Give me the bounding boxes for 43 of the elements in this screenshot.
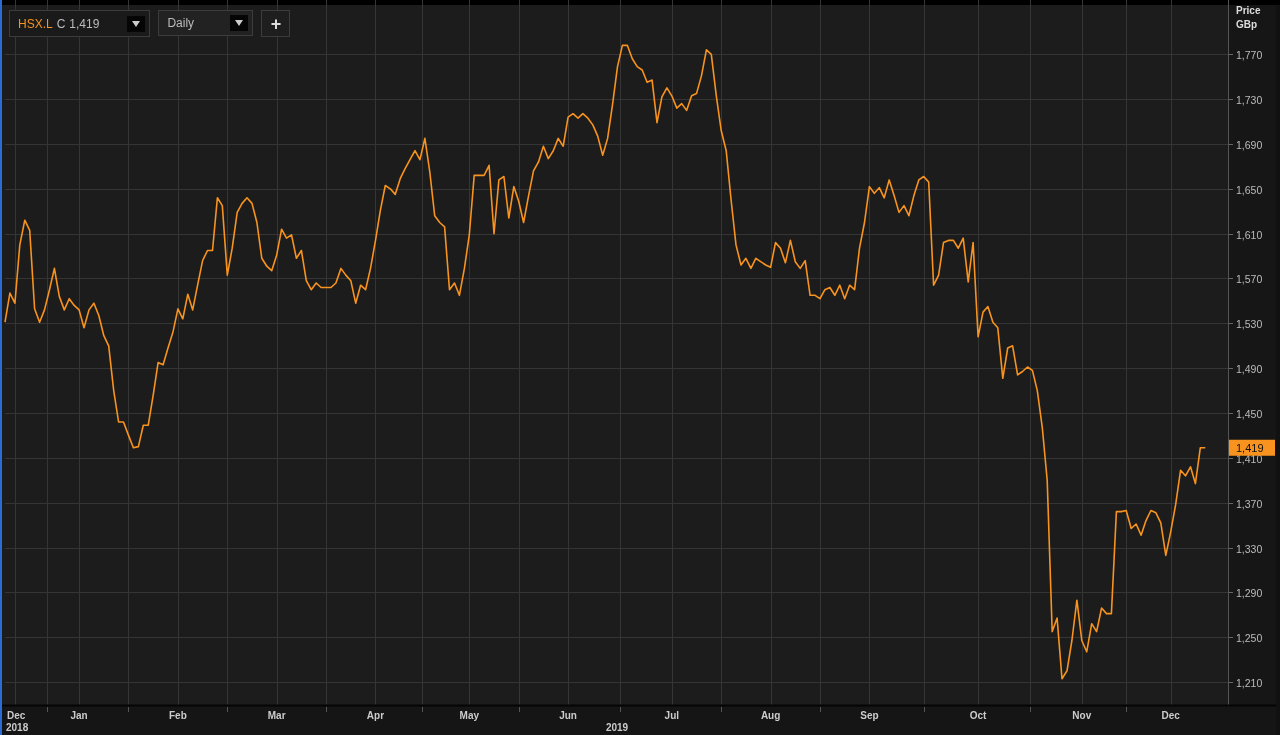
month-label: Mar bbox=[267, 710, 286, 721]
y-tick-label: 1,370 bbox=[1236, 497, 1263, 510]
month-label: Jan bbox=[70, 710, 88, 721]
month-label: Apr bbox=[366, 710, 385, 721]
month-label: Aug bbox=[760, 710, 781, 721]
caret-icon bbox=[235, 20, 244, 26]
y-tick-label: 1,530 bbox=[1236, 317, 1263, 330]
y-tick-label: 1,770 bbox=[1236, 48, 1263, 61]
y-tick-label: 1,570 bbox=[1236, 272, 1263, 285]
y-tick-label: 1,690 bbox=[1236, 138, 1263, 151]
axis-title: Price GBp bbox=[1236, 5, 1261, 30]
y-tick-label: 1,250 bbox=[1236, 631, 1263, 644]
y-tick-label: 1,490 bbox=[1236, 362, 1263, 375]
year-label: 2019 bbox=[605, 722, 629, 733]
month-label: Dec bbox=[7, 710, 26, 721]
symbol-selector[interactable]: HSX.L C 1,419 bbox=[9, 10, 151, 37]
month-label: May bbox=[459, 710, 480, 721]
y-tick-label: 1,610 bbox=[1236, 228, 1263, 241]
y-tick-label: 1,650 bbox=[1236, 183, 1263, 196]
month-label: Dec bbox=[1161, 710, 1180, 721]
month-label: Oct bbox=[969, 710, 987, 721]
ticker-symbol: HSX.L bbox=[18, 15, 53, 33]
y-tick-label: 1,410 bbox=[1236, 452, 1263, 465]
y-tick-label: 1,730 bbox=[1236, 93, 1263, 106]
year-label: 2018 bbox=[6, 722, 29, 733]
dropdown-button[interactable] bbox=[230, 15, 249, 31]
y-tick-label: 1,450 bbox=[1236, 407, 1263, 420]
close-price: 1,419 bbox=[69, 15, 100, 33]
caret-icon bbox=[132, 20, 141, 27]
month-label: Jun bbox=[559, 710, 577, 721]
y-tick-label: 1,330 bbox=[1236, 542, 1263, 555]
dropdown-button[interactable] bbox=[127, 15, 146, 32]
month-label: Jul bbox=[664, 710, 680, 721]
last-price-label: 1,419 bbox=[1236, 441, 1264, 454]
interval-dropdown[interactable]: Daily bbox=[158, 10, 254, 36]
interval-label: Daily bbox=[167, 15, 195, 32]
y-tick-label: 1,210 bbox=[1236, 676, 1263, 689]
month-label: Sep bbox=[860, 710, 879, 721]
month-label: Nov bbox=[1072, 710, 1092, 721]
add-button[interactable]: + bbox=[261, 10, 291, 37]
month-label: Feb bbox=[169, 710, 187, 721]
price-type-label: C bbox=[56, 15, 66, 33]
y-tick-label: 1,290 bbox=[1236, 586, 1263, 599]
